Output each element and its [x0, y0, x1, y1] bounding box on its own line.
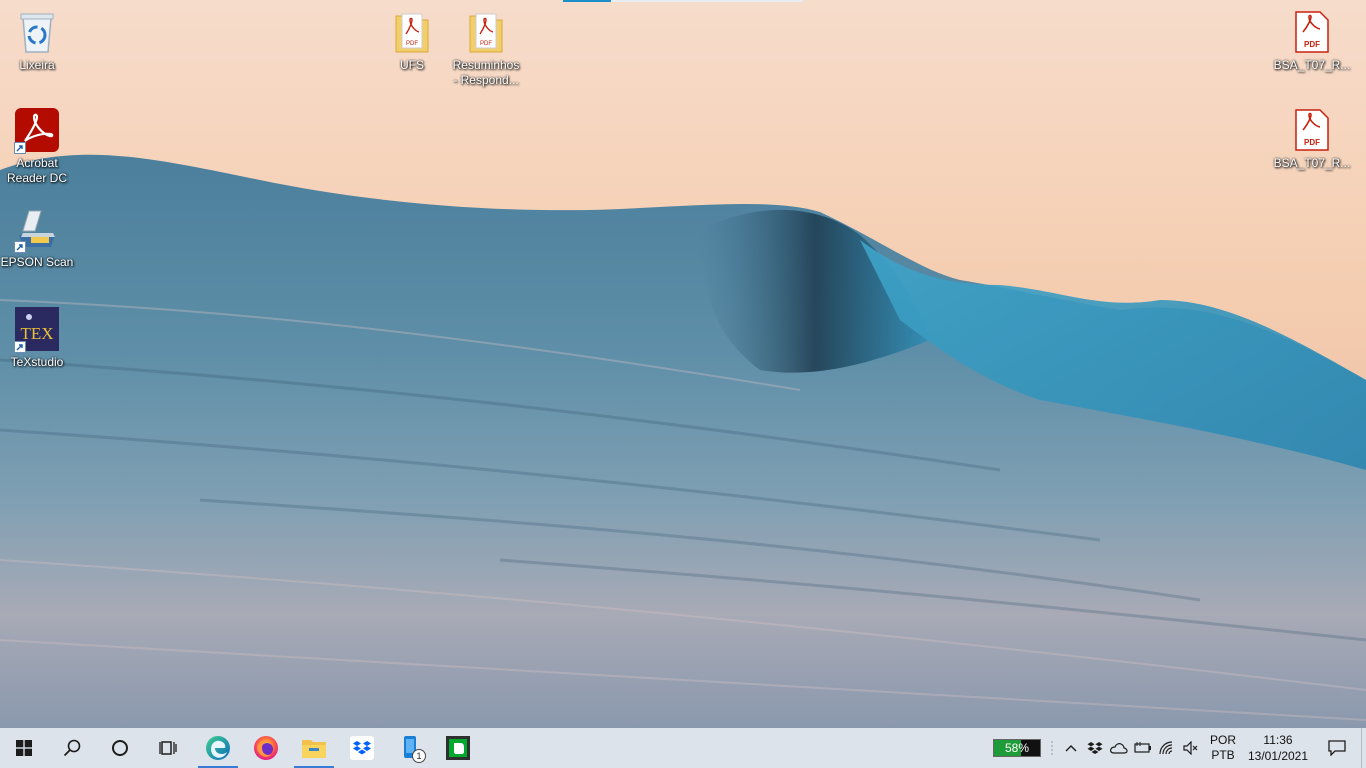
taskbar-firefox[interactable] [242, 728, 290, 768]
desktop-icon-label: TeXstudio [10, 355, 64, 369]
desktop-icon-label: EPSON Scan [0, 255, 74, 269]
desktop-icon-label: BSA_T07_R... [1273, 58, 1351, 72]
chevron-up-icon [1065, 745, 1077, 752]
wifi-icon [1159, 741, 1173, 755]
desktop-icon-label: Acrobat Reader DC [6, 156, 68, 185]
taskbar-evernote[interactable] [434, 728, 482, 768]
tray-onedrive[interactable] [1107, 728, 1131, 768]
battery-percent-label: 58% [1004, 741, 1030, 755]
tray-network[interactable] [1155, 728, 1179, 768]
pdf-file-icon: PDF [1288, 106, 1336, 154]
desktop-icon-recycle-bin[interactable]: Lixeira [0, 8, 74, 73]
dropbox-tray-icon [1087, 742, 1103, 754]
tray-separator [1045, 728, 1059, 768]
pdf-file-icon: PDF [1288, 8, 1336, 56]
search-button[interactable] [48, 728, 96, 768]
file-explorer-icon [302, 740, 326, 758]
taskbar-dropbox[interactable] [338, 728, 386, 768]
desktop-wallpaper [0, 0, 1366, 728]
system-tray: 58% POR PTB 11:36 13/01/2021 [993, 728, 1366, 768]
shortcut-arrow-icon [14, 341, 26, 353]
tray-dropbox[interactable] [1083, 728, 1107, 768]
desktop-icon-epson-scan[interactable]: EPSON Scan [0, 205, 74, 270]
desktop-icon-acrobat[interactable]: Acrobat Reader DC [0, 106, 74, 186]
clock[interactable]: 11:36 13/01/2021 [1243, 732, 1313, 764]
taskbar-edge[interactable] [194, 728, 242, 768]
pdf-folder-icon: PDF [388, 8, 436, 56]
firefox-icon [254, 736, 278, 760]
cloud-icon [1110, 743, 1128, 754]
taskbar: 1 58% POR PTB 11:36 13/01/2021 [0, 728, 1366, 768]
desktop-icon-bsa-pdf-2[interactable]: PDF BSA_T07_R... [1273, 106, 1351, 171]
task-view-button[interactable] [144, 728, 192, 768]
svg-text:PDF: PDF [1304, 138, 1320, 147]
desktop-icon-resuminhos-folder[interactable]: PDF Resuminhos - Respond... [449, 8, 523, 88]
task-view-icon [159, 741, 177, 755]
desktop-icon-label: Resuminhos - Respond... [452, 58, 520, 87]
clock-time: 11:36 [1263, 733, 1293, 747]
acrobat-reader-icon [13, 106, 61, 154]
edge-icon [206, 736, 230, 760]
start-button[interactable] [0, 728, 48, 768]
language-code: POR [1209, 733, 1236, 747]
shortcut-arrow-icon [14, 142, 26, 154]
notification-count-badge: 1 [412, 749, 426, 763]
taskbar-file-explorer[interactable] [290, 728, 338, 768]
tray-volume[interactable] [1179, 728, 1203, 768]
battery-charging-icon [1134, 742, 1151, 753]
svg-text:PDF: PDF [1304, 40, 1320, 49]
tray-power[interactable] [1131, 728, 1155, 768]
keyboard-layout-code: PTB [1211, 748, 1235, 762]
texstudio-icon: TEX [13, 305, 61, 353]
battery-percentage-meter[interactable]: 58% [993, 739, 1041, 757]
cortana-circle-icon [112, 740, 128, 756]
top-drag-strip-accent [563, 0, 611, 2]
desktop-icon-label: UFS [400, 58, 424, 72]
notification-icon [1328, 740, 1346, 756]
cortana-button[interactable] [96, 728, 144, 768]
evernote-icon [446, 736, 470, 760]
action-center-button[interactable] [1313, 728, 1361, 768]
desktop-icon-texstudio[interactable]: TEX TeXstudio [0, 305, 74, 370]
search-icon [63, 739, 81, 757]
dropbox-icon [350, 736, 374, 760]
desktop-icon-ufs-folder[interactable]: PDF UFS [375, 8, 449, 73]
clock-date: 13/01/2021 [1247, 749, 1309, 763]
svg-text:PDF: PDF [406, 41, 418, 47]
show-desktop-button[interactable] [1361, 728, 1366, 768]
svg-text:PDF: PDF [480, 41, 492, 47]
windows-logo-icon [16, 740, 32, 756]
desktop-icon-label: Lixeira [19, 58, 55, 72]
input-language-indicator[interactable]: POR PTB [1203, 733, 1243, 763]
volume-muted-icon [1183, 741, 1198, 755]
desktop-icon-bsa-pdf-1[interactable]: PDF BSA_T07_R... [1273, 8, 1351, 73]
desktop-icon-label: BSA_T07_R... [1273, 156, 1351, 170]
recycle-bin-icon [13, 8, 61, 56]
show-hidden-icons-button[interactable] [1059, 728, 1083, 768]
shortcut-arrow-icon [14, 241, 26, 253]
scanner-icon [13, 205, 61, 253]
taskbar-phone-app[interactable]: 1 [386, 728, 434, 768]
pdf-folder-icon: PDF [462, 8, 510, 56]
